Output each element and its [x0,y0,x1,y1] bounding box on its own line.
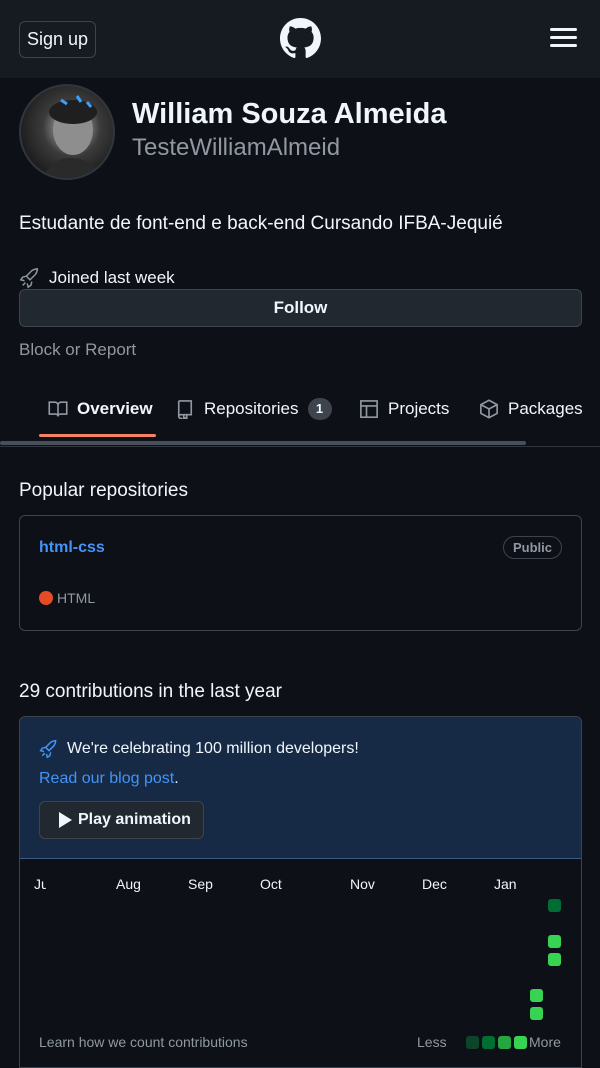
joined-label: Joined last week [49,268,175,287]
language-label: HTML [57,590,96,606]
selected-tab-indicator [39,434,156,437]
follow-button[interactable]: Follow [19,289,582,327]
tabs-scrollbar[interactable] [0,441,526,445]
play-icon [59,812,72,828]
blog-post-line: Read our blog post. [39,770,179,788]
month-label: Nov [350,876,375,892]
month-label: Aug [116,876,141,892]
github-mark-icon[interactable] [280,18,321,59]
contribution-day[interactable] [548,953,561,966]
legend-swatch [514,1036,527,1049]
blog-post-period: . [174,770,179,787]
play-animation-label: Play animation [78,811,191,828]
learn-contributions-link[interactable]: Learn how we count contributions [39,1034,248,1050]
celebration-message: We're celebrating 100 million developers… [39,739,359,759]
contributions-heading: 29 contributions in the last year [19,681,282,702]
tab-projects-label: Projects [388,399,450,418]
book-icon [48,401,68,417]
tab-repositories[interactable]: Repositories 1 [175,396,332,422]
rocket-icon [19,268,39,289]
legend-swatch [466,1036,479,1049]
play-animation-button[interactable]: Play animation [39,801,204,839]
celebration-text: We're celebrating 100 million developers… [67,740,359,757]
mobile-header: Sign up [0,0,600,78]
tab-overview-label: Overview [77,399,153,418]
hamburger-menu-icon[interactable] [550,28,577,48]
contributions-box: We're celebrating 100 million developers… [19,716,582,1068]
profile-username: TesteWilliamAlmeid [132,134,341,161]
blog-post-link[interactable]: Read our blog post [39,770,174,787]
profile-name: William Souza Almeida [132,98,447,130]
contribution-day[interactable] [548,899,561,912]
popular-repositories-heading: Popular repositories [19,480,188,501]
month-label: Jul [34,876,46,892]
repo-card: html-css Public HTML [19,515,582,631]
rocket-icon [39,739,57,759]
profile-bio: Estudante de font-end e back-end Cursand… [19,213,503,234]
tab-projects[interactable]: Projects [359,396,449,422]
avatar[interactable] [19,84,115,180]
package-icon [480,399,498,419]
contribution-day[interactable] [530,989,543,1002]
month-label: Oct [260,876,282,892]
contribution-calendar: Jul Aug Sep Oct Nov Dec Jan Learn how we… [20,860,581,1067]
celebration-banner: We're celebrating 100 million developers… [20,717,581,859]
month-label: Sep [188,876,213,892]
tab-packages[interactable]: Packages [479,396,583,422]
block-report-link[interactable]: Block or Report [19,340,136,360]
sign-up-button[interactable]: Sign up [19,21,96,58]
contribution-day[interactable] [548,935,561,948]
tab-overview[interactable]: Overview [48,396,153,422]
avatar-photo [42,95,104,178]
tab-repositories-label: Repositories [204,399,299,418]
repo-icon [177,400,193,419]
tab-packages-label: Packages [508,399,583,418]
repositories-count-badge: 1 [307,398,332,420]
legend-less-label: Less [417,1034,447,1050]
table-icon [360,400,378,418]
contribution-day[interactable] [530,1007,543,1020]
joined-info: Joined last week [19,266,175,290]
legend-more-label: More [529,1034,561,1050]
legend-swatch [482,1036,495,1049]
month-label: Dec [422,876,447,892]
profile-tabs: Overview Repositories 1 Projects Package… [0,384,600,447]
tabs-divider [0,446,600,447]
legend-swatch [498,1036,511,1049]
visibility-badge: Public [502,536,562,559]
repo-language: HTML [39,590,95,606]
language-color-dot [39,591,53,605]
month-label: Jan [494,876,517,892]
repo-name-link[interactable]: html-css [39,539,105,557]
